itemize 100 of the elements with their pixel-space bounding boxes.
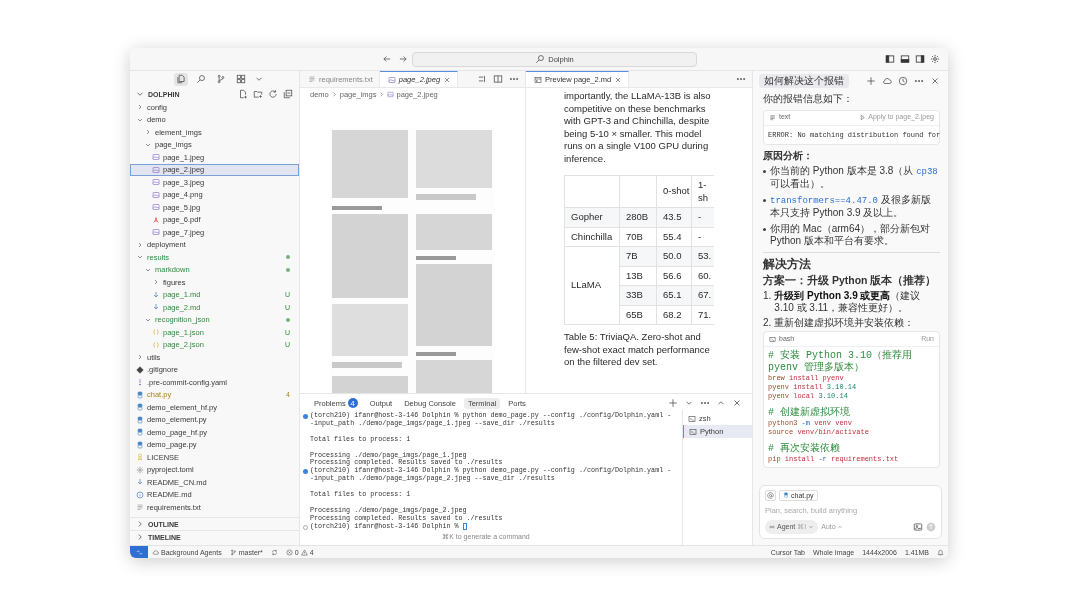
- cloud-icon[interactable]: [882, 76, 892, 86]
- forward-arrow-icon[interactable]: [398, 54, 408, 64]
- explorer-icon: [176, 74, 186, 84]
- image-file-icon: [152, 165, 160, 174]
- table-cell: Chinchilla: [564, 227, 620, 247]
- plus-icon[interactable]: [668, 398, 678, 408]
- table-caption: Table 5: TriviaQA. Zero-shot and few-shot exact match performance on the filtered dev set.: [564, 331, 711, 369]
- list-item-text: transformers==4.47.0 及很多新版本只支持 Python 3.9 及以上。: [770, 193, 932, 220]
- list-number: 1.: [763, 289, 772, 303]
- list-item-text: 升级到 Python 3.9 或更高（建议 3.10 或 3.11，兼容性更好）。: [774, 289, 922, 315]
- image-file-icon: [387, 75, 396, 84]
- refresh-icon[interactable]: [268, 89, 278, 99]
- lines-icon: [769, 114, 776, 121]
- close-icon[interactable]: [443, 75, 452, 84]
- chevron-icon: [836, 523, 843, 530]
- table-cell: 70B: [619, 227, 657, 247]
- info-icon: [136, 490, 144, 499]
- activity-tab[interactable]: [234, 72, 248, 86]
- plus-icon[interactable]: [866, 76, 876, 86]
- infinity-icon: [769, 523, 775, 530]
- heading: 解决方法: [763, 257, 812, 270]
- image-file-icon: [152, 190, 160, 199]
- column-header: 0-shot: [656, 175, 692, 208]
- new-file-icon[interactable]: [238, 89, 248, 99]
- subheading: 方案一：升级 Python 版本（推荐）: [763, 274, 938, 287]
- list-item-text: 你用的 Mac（arm64），部分新包对 Python 版本和平台有要求。: [770, 222, 931, 248]
- sync-icon: [270, 548, 278, 556]
- close-icon[interactable]: [732, 398, 742, 408]
- bullet-icon: [763, 169, 766, 173]
- terminal-icon: [689, 427, 697, 436]
- settings-icon[interactable]: [930, 54, 940, 64]
- image-file-icon: [152, 228, 160, 237]
- compare-icon[interactable]: [477, 74, 487, 84]
- activity-tab[interactable]: [174, 72, 188, 86]
- search-icon: [535, 54, 546, 64]
- python-file-icon: [136, 415, 144, 424]
- code-line: # 再次安装依赖: [768, 443, 841, 455]
- table-cell: 65B: [619, 305, 657, 325]
- text-file-icon: [136, 503, 144, 512]
- diamond-icon: [136, 365, 144, 374]
- branch-icon: [229, 548, 237, 556]
- mention-button[interactable]: [765, 489, 776, 501]
- python-file-icon: [783, 492, 789, 498]
- split-editor-icon[interactable]: [493, 74, 503, 84]
- list-number: 2.: [763, 316, 772, 329]
- chevron-icon: [808, 523, 815, 530]
- table-cell: 56.6: [656, 266, 692, 286]
- gear-icon: [136, 465, 144, 474]
- list-item-text: 你当前的 Python 版本是 3.8（从 cp38 可以看出）。: [770, 164, 939, 191]
- activity-tab[interactable]: [194, 72, 208, 86]
- list-item-text: 重新创建虚拟环境并安装依赖：: [774, 316, 915, 329]
- play-icon: [859, 114, 867, 121]
- braces-icon: [152, 340, 160, 349]
- table-cell: LLaMA: [564, 246, 620, 325]
- code-line: # 创建新虚拟环境: [768, 407, 851, 419]
- status-dot: [286, 255, 290, 260]
- python-file-icon: [136, 403, 144, 412]
- collapse-icon[interactable]: [283, 89, 293, 99]
- braces-icon: [152, 328, 160, 337]
- remote-button[interactable]: [130, 546, 148, 558]
- image-icon[interactable]: [913, 521, 923, 532]
- status-dot: [286, 267, 290, 272]
- new-folder-icon[interactable]: [253, 89, 263, 99]
- sidebar-toggle-icon[interactable]: [885, 54, 895, 64]
- chevron-icon: [330, 90, 338, 98]
- bell-icon: [937, 548, 944, 556]
- image-file-icon: [152, 178, 160, 187]
- markdown-file-icon: [152, 290, 160, 299]
- text-file-icon: [308, 75, 316, 83]
- ribbon-icon: [136, 453, 144, 462]
- preview-icon: [534, 75, 542, 84]
- markdown-file-icon: [136, 478, 144, 487]
- terminal-icon: [688, 414, 696, 423]
- panel-toggle-icon[interactable]: [900, 54, 910, 64]
- back-arrow-icon[interactable]: [382, 54, 392, 64]
- table-cell: 55.4: [656, 227, 692, 247]
- search-icon: [196, 74, 206, 84]
- python-file-icon: [136, 428, 144, 437]
- warning-icon: [300, 548, 308, 556]
- table-cell: 68.2: [656, 305, 692, 325]
- history-icon[interactable]: [898, 76, 908, 86]
- image-file-icon: [152, 203, 160, 212]
- paragraph: importantly, the LLaMA-13B is also competitive on these benchmarks with GPT-3 and Chinchilla, despite being 5-10 × smaller. This model runs on a single V100 GPU during inference.: [564, 90, 712, 165]
- python-file-icon: [136, 440, 144, 449]
- bullet-icon: [763, 198, 766, 202]
- close-icon[interactable]: [614, 75, 623, 84]
- exclamation-icon: [136, 378, 144, 387]
- terminal-icon: [769, 335, 776, 343]
- bullet-icon: [763, 227, 766, 231]
- message-text: 你的报错信息如下：: [763, 93, 854, 106]
- table-cell: 13B: [619, 266, 657, 286]
- source-control-icon: [216, 74, 226, 84]
- chevron-icon: [378, 90, 386, 98]
- code-line: # 安装 Python 3.10（推荐用 pyenv 管理多版本）: [768, 350, 913, 374]
- cloud-icon: [152, 548, 159, 556]
- secondary-sidebar-icon[interactable]: [915, 54, 925, 64]
- pdf-file-icon: [152, 215, 160, 224]
- image-file-icon: [387, 90, 395, 98]
- close-icon[interactable]: [930, 76, 940, 86]
- chat-tab[interactable]: 如何解决这个报错: [759, 73, 849, 89]
